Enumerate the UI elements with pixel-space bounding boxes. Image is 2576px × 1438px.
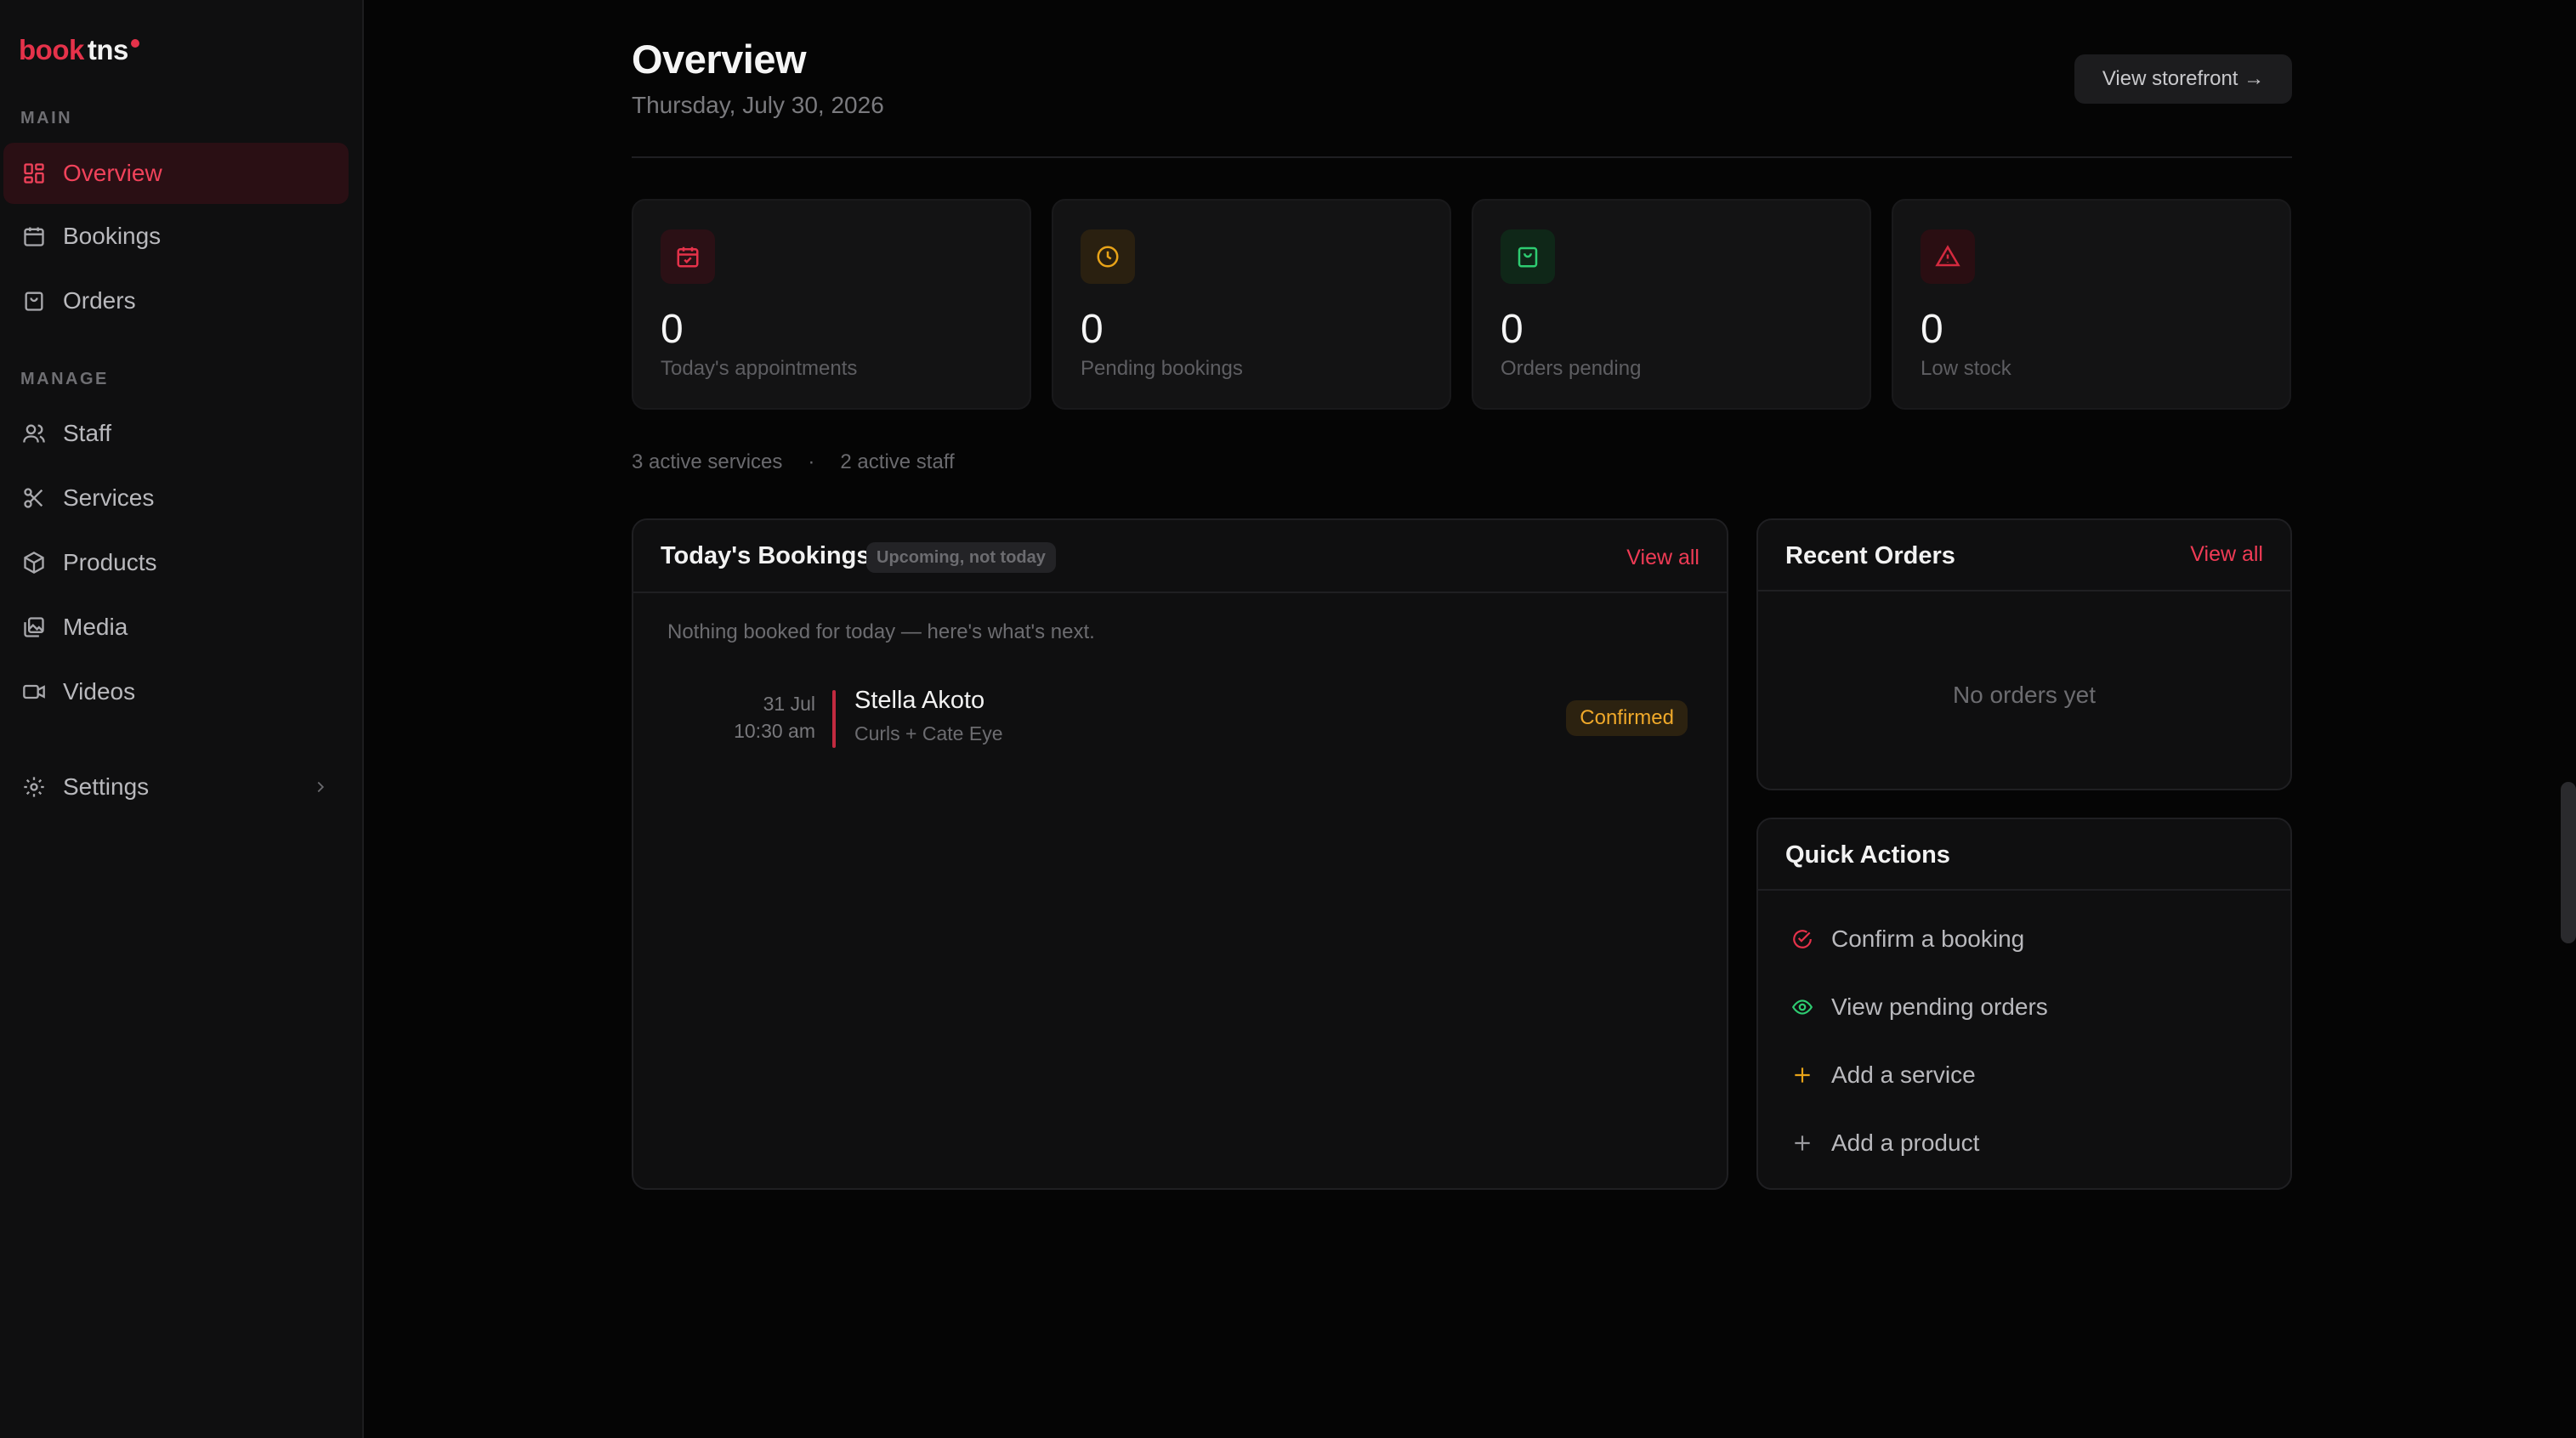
sidebar-item-orders[interactable]: Orders [3,270,349,331]
orders-empty-state: No orders yet [1952,682,2097,708]
quick-action-label: Add a service [1831,1062,1976,1088]
recent-orders-panel: Recent Orders View all No orders yet [1756,518,2292,790]
section-label-main: MAIN [20,109,73,127]
eye-icon [1790,995,1814,1019]
sidebar-item-products[interactable]: Products [3,532,349,593]
booking-service: Curls + Cate Eye [854,722,1003,744]
sidebar-item-label: Products [63,549,157,575]
stat-card-orders-pending: 0 Orders pending [1472,199,1871,410]
sidebar: book tns MAIN Overview Bookings Orders MA… [0,0,364,1438]
stat-value: 0 [661,307,684,352]
quick-action-confirm-booking[interactable]: Confirm a booking [1790,918,2024,960]
stat-label: Today's appointments [661,357,858,380]
todays-bookings-panel: Today's Bookings Upcoming, not today Vie… [632,518,1728,1190]
gear-icon [20,773,48,801]
clock-icon [1081,229,1135,284]
sidebar-item-settings[interactable]: Settings [3,756,349,818]
check-circle-icon [1790,927,1814,951]
active-services-count: 3 active services [632,450,783,473]
users-icon [20,420,48,447]
sidebar-item-label: Staff [63,420,112,446]
summary-meta: 3 active services · 2 active staff [632,450,955,474]
booking-client-name: Stella Akoto [854,687,985,714]
stat-value: 0 [1501,307,1523,352]
view-all-orders-link[interactable]: View all [2190,542,2263,567]
calendar-check-icon [661,229,715,284]
brand-name-part2: tns [87,34,129,65]
chevron-right-icon [311,775,330,802]
booking-day: 31 Jul [763,693,815,715]
plus-icon [1790,1063,1814,1087]
status-badge: Confirmed [1566,700,1688,736]
page-title: Overview [632,37,807,82]
sidebar-item-label: Settings [63,773,150,800]
stat-card-pending-bookings: 0 Pending bookings [1052,199,1451,410]
scrollbar-thumb[interactable] [2561,782,2576,943]
sidebar-item-label: Media [63,614,128,640]
images-icon [20,614,48,641]
alert-triangle-icon [1921,229,1975,284]
sidebar-item-label: Overview [63,160,162,186]
quick-action-label: View pending orders [1831,994,2048,1020]
quick-action-label: Confirm a booking [1831,926,2025,952]
panel-header: Quick Actions [1758,819,2290,891]
shopping-bag-icon [1501,229,1555,284]
stat-label: Pending bookings [1081,357,1243,380]
sidebar-item-label: Bookings [63,223,162,249]
booking-accent-bar [832,690,836,748]
panel-header: Today's Bookings Upcoming, not today Vie… [633,520,1727,593]
stat-card-low-stock: 0 Low stock [1892,199,2291,410]
brand-dot [130,39,139,48]
sidebar-item-label: Services [63,484,155,511]
shopping-bag-icon [20,287,48,314]
brand-name-part1: book [19,34,84,65]
booking-row[interactable]: 31 Jul 10:30 am Stella Akoto Curls + Cat… [667,682,1696,750]
view-all-bookings-link[interactable]: View all [1626,546,1699,570]
panel-title: Recent Orders [1785,542,1955,569]
upcoming-pill: Upcoming, not today [866,542,1056,573]
sidebar-item-services[interactable]: Services [3,467,349,529]
dashboard-grid-icon [20,160,48,187]
sidebar-item-overview[interactable]: Overview [3,143,349,204]
sidebar-item-media[interactable]: Media [3,597,349,658]
stat-label: Orders pending [1501,357,1642,380]
stat-card-todays-appointments: 0 Today's appointments [632,199,1031,410]
sidebar-item-label: Orders [63,287,136,314]
panel-title: Today's Bookings [661,542,871,569]
plus-icon [1790,1131,1814,1155]
quick-actions-panel: Quick Actions Confirm a booking View pen… [1756,818,2292,1190]
active-staff-count: 2 active staff [840,450,955,473]
sidebar-item-label: Videos [63,678,136,705]
panel-header: Recent Orders View all [1758,520,2290,592]
brand-logo[interactable]: book tns [19,34,139,66]
stat-label: Low stock [1921,357,2011,380]
quick-action-view-pending-orders[interactable]: View pending orders [1790,986,2048,1028]
meta-separator: · [808,450,815,473]
section-label-manage: MANAGE [20,370,109,388]
booking-datetime: 31 Jul 10:30 am [667,690,815,744]
quick-action-add-service[interactable]: Add a service [1790,1054,1976,1096]
page-date: Thursday, July 30, 2026 [632,92,884,118]
sidebar-item-staff[interactable]: Staff [3,403,349,464]
package-icon [20,549,48,576]
calendar-icon [20,223,48,250]
sidebar-item-videos[interactable]: Videos [3,661,349,722]
scissors-icon [20,484,48,512]
video-camera-icon [20,678,48,705]
bookings-empty-note: Nothing booked for today — here's what's… [667,620,1095,643]
panel-title: Quick Actions [1785,841,1950,869]
booking-time: 10:30 am [734,720,815,742]
quick-action-add-product[interactable]: Add a product [1790,1122,1979,1164]
stat-value: 0 [1081,307,1104,352]
stat-value: 0 [1921,307,1943,352]
header-divider [632,156,2292,158]
view-storefront-button[interactable]: View storefront → [2074,54,2292,104]
quick-action-label: Add a product [1831,1129,1980,1156]
sidebar-item-bookings[interactable]: Bookings [3,206,349,267]
